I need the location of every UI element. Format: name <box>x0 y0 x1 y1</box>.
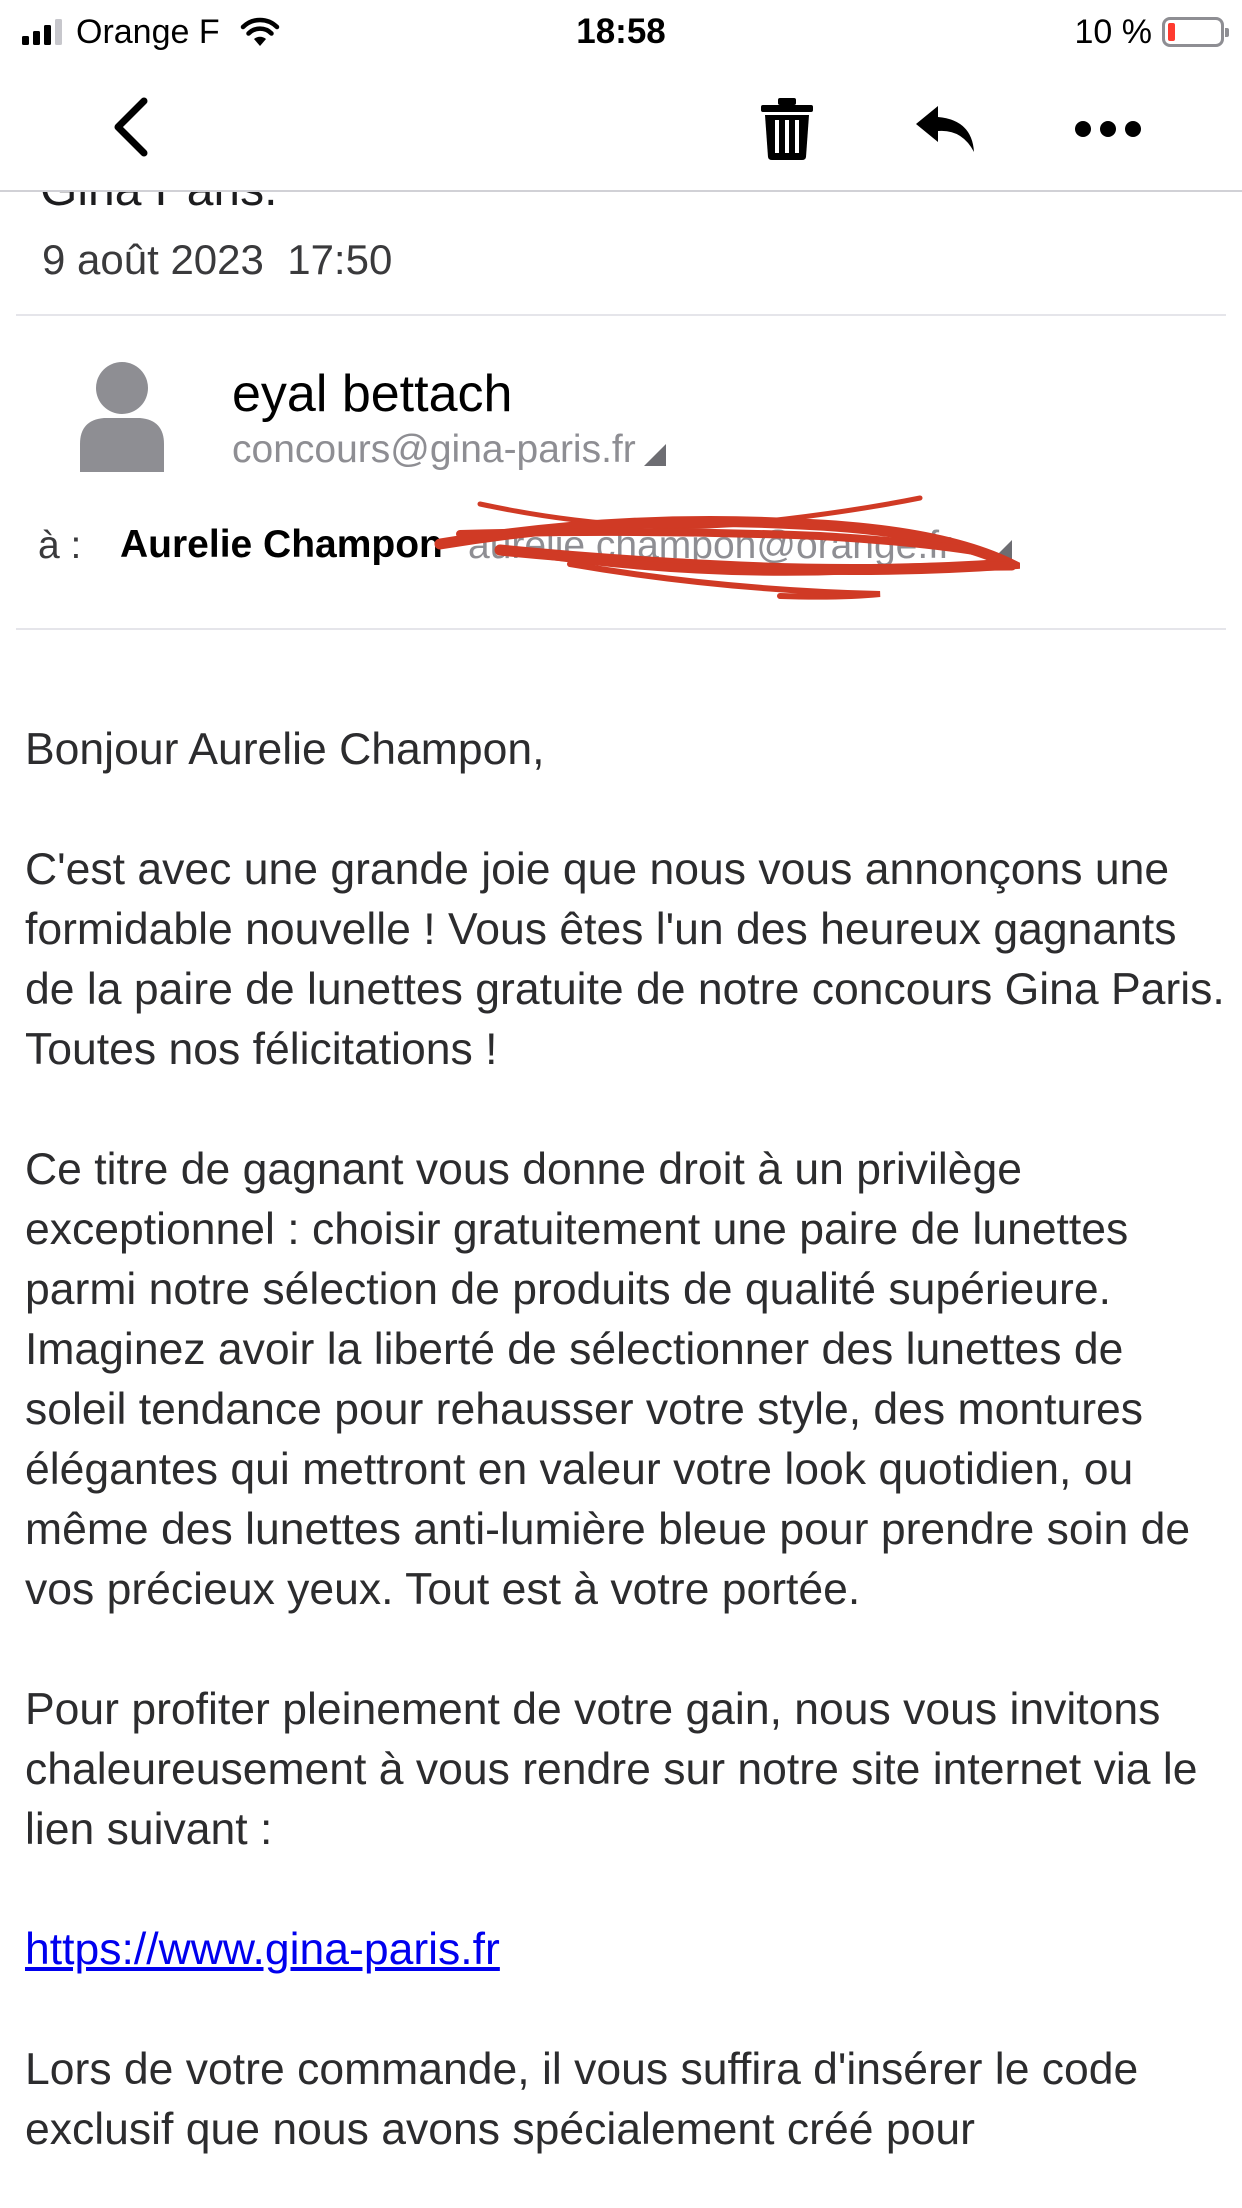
header-divider <box>16 314 1226 316</box>
chevron-left-icon <box>114 97 148 157</box>
sender-email-text: concours@gina-paris.fr <box>232 428 636 471</box>
body-link-paragraph: https://www.gina-paris.fr <box>25 1920 1225 1980</box>
recipient-divider <box>16 628 1226 630</box>
body-paragraph: C'est avec une grande joie que nous vous… <box>25 845 1225 1074</box>
website-link[interactable]: https://www.gina-paris.fr <box>25 1925 500 1974</box>
trash-icon <box>761 98 813 160</box>
disclosure-triangle-icon <box>643 444 666 466</box>
body-greeting: Bonjour Aurelie Champon, <box>25 725 545 774</box>
sender-name[interactable]: eyal bettach <box>232 364 512 424</box>
avatar <box>80 362 164 472</box>
recipient-name[interactable]: Aurelie Champon <box>120 523 443 567</box>
status-bar: Orange F 18:58 10 % <box>0 0 1242 64</box>
battery-percent: 10 % <box>1074 12 1153 51</box>
redaction-scribble <box>434 495 1020 600</box>
sender-email[interactable]: concours@gina-paris.fr <box>232 428 666 472</box>
to-label: à : <box>38 524 82 567</box>
delete-button[interactable] <box>752 92 822 166</box>
email-date: 9 août 2023 17:50 <box>42 236 393 283</box>
back-button[interactable] <box>96 92 166 162</box>
email-body: Bonjour Aurelie Champon, C'est avec une … <box>25 720 1225 2208</box>
status-time: 18:58 <box>576 12 666 51</box>
body-paragraph: Ce titre de gagnant vous donne droit à u… <box>25 1145 1191 1614</box>
reply-icon <box>916 106 974 152</box>
mail-toolbar <box>0 64 1242 192</box>
battery-icon <box>1162 17 1229 47</box>
status-right: 10 % <box>1074 10 1229 54</box>
body-paragraph: Pour profiter pleinement de votre gain, … <box>25 1685 1198 1854</box>
reply-button[interactable] <box>908 94 982 164</box>
body-paragraph: Lors de votre commande, il vous suffira … <box>25 2045 1139 2154</box>
more-horizontal-icon <box>1075 121 1141 137</box>
battery-fill <box>1168 23 1175 41</box>
more-button[interactable] <box>1068 94 1148 164</box>
